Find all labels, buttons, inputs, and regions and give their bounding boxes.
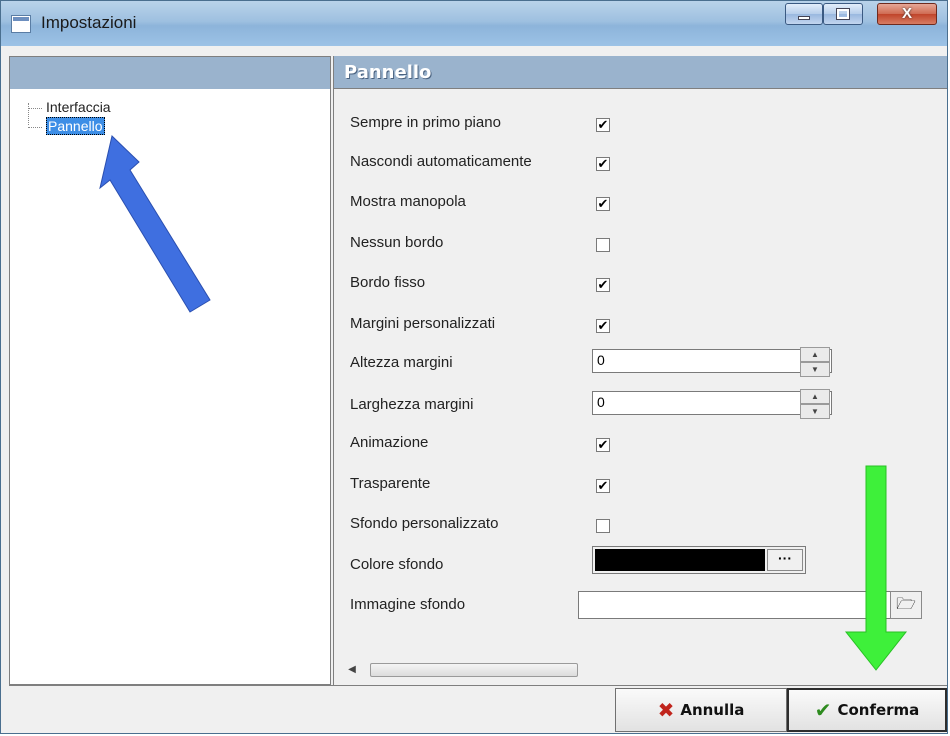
- blue-arrow-icon: [99, 135, 211, 313]
- green-arrow-icon: [844, 465, 908, 671]
- annotation-overlay: [99, 135, 908, 671]
